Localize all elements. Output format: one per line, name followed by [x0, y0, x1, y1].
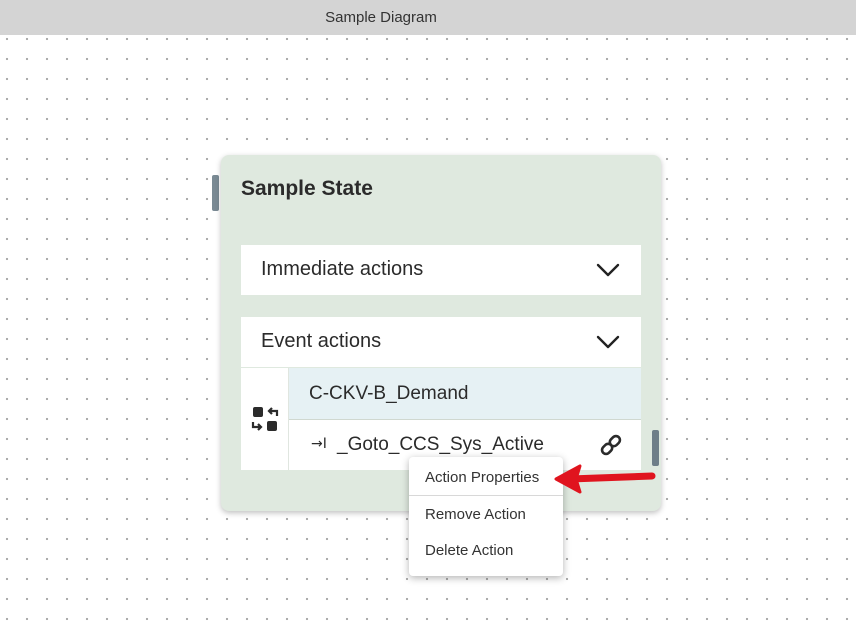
immediate-actions-section[interactable]: Immediate actions — [241, 245, 641, 295]
event-actions-section[interactable]: Event actions — [241, 317, 641, 367]
menu-item-action-properties[interactable]: Action Properties — [409, 457, 563, 496]
event-name: C-CKV-B_Demand — [309, 383, 469, 404]
chevron-down-icon[interactable] — [595, 329, 621, 355]
event-name-row[interactable]: C-CKV-B_Demand — [289, 368, 641, 420]
arrow-pointer-icon — [554, 464, 656, 494]
immediate-actions-label: Immediate actions — [261, 258, 424, 280]
diagram-title: Sample Diagram — [325, 9, 437, 26]
action-label: _Goto_CCS_Sys_Active — [337, 434, 544, 455]
swap-icon — [251, 407, 279, 431]
event-type-column — [241, 368, 289, 470]
link-icon[interactable] — [599, 433, 623, 457]
menu-item-delete-action[interactable]: Delete Action — [409, 532, 563, 568]
state-connector-handle[interactable] — [212, 175, 219, 211]
event-action-block: C-CKV-B_Demand →I _Goto_CCS_Sys_Active — [241, 368, 641, 470]
event-actions-label: Event actions — [261, 330, 382, 352]
state-title: Sample State — [241, 177, 373, 200]
chevron-down-icon[interactable] — [595, 257, 621, 283]
action-context-menu: Action Properties Remove Action Delete A… — [409, 457, 563, 576]
goto-icon: →I — [311, 436, 327, 452]
menu-item-remove-action[interactable]: Remove Action — [409, 496, 563, 532]
title-bar: Sample Diagram — [0, 0, 856, 35]
